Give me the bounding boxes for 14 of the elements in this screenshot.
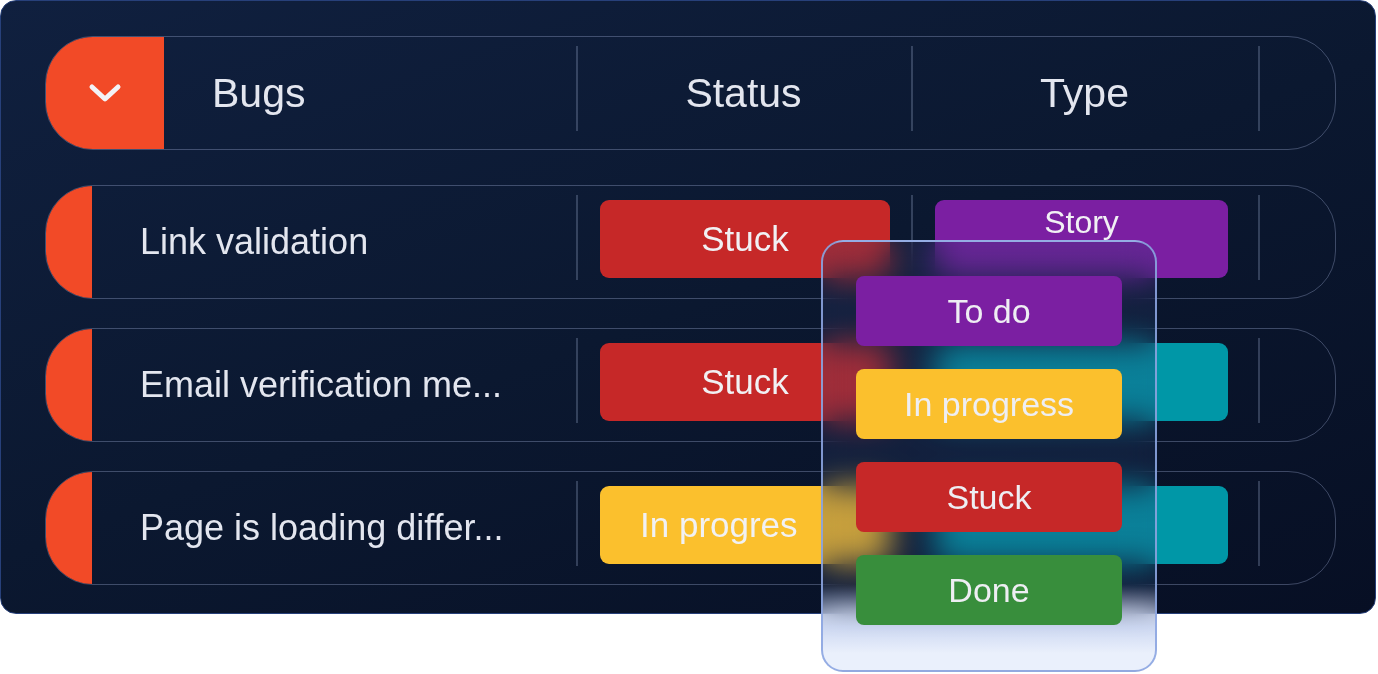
column-header: Bugs <box>212 69 306 117</box>
status-pill[interactable]: Stuck <box>600 200 890 278</box>
collapse-button[interactable] <box>46 37 164 149</box>
bug-title[interactable]: Email verification me... <box>140 364 503 406</box>
column-header: Type <box>1040 69 1129 117</box>
column-header: Status <box>685 69 802 117</box>
status-option[interactable]: Stuck <box>856 462 1122 532</box>
type-pill[interactable]: Story <box>935 200 1228 278</box>
status-pill[interactable]: Stuck <box>600 343 890 421</box>
chevron-down-icon <box>87 82 122 104</box>
bug-title[interactable]: Link validation <box>140 221 369 263</box>
status-option[interactable]: Done <box>856 555 1122 625</box>
status-option[interactable]: To do <box>856 276 1122 346</box>
bug-title[interactable]: Page is loading differ... <box>140 507 504 549</box>
